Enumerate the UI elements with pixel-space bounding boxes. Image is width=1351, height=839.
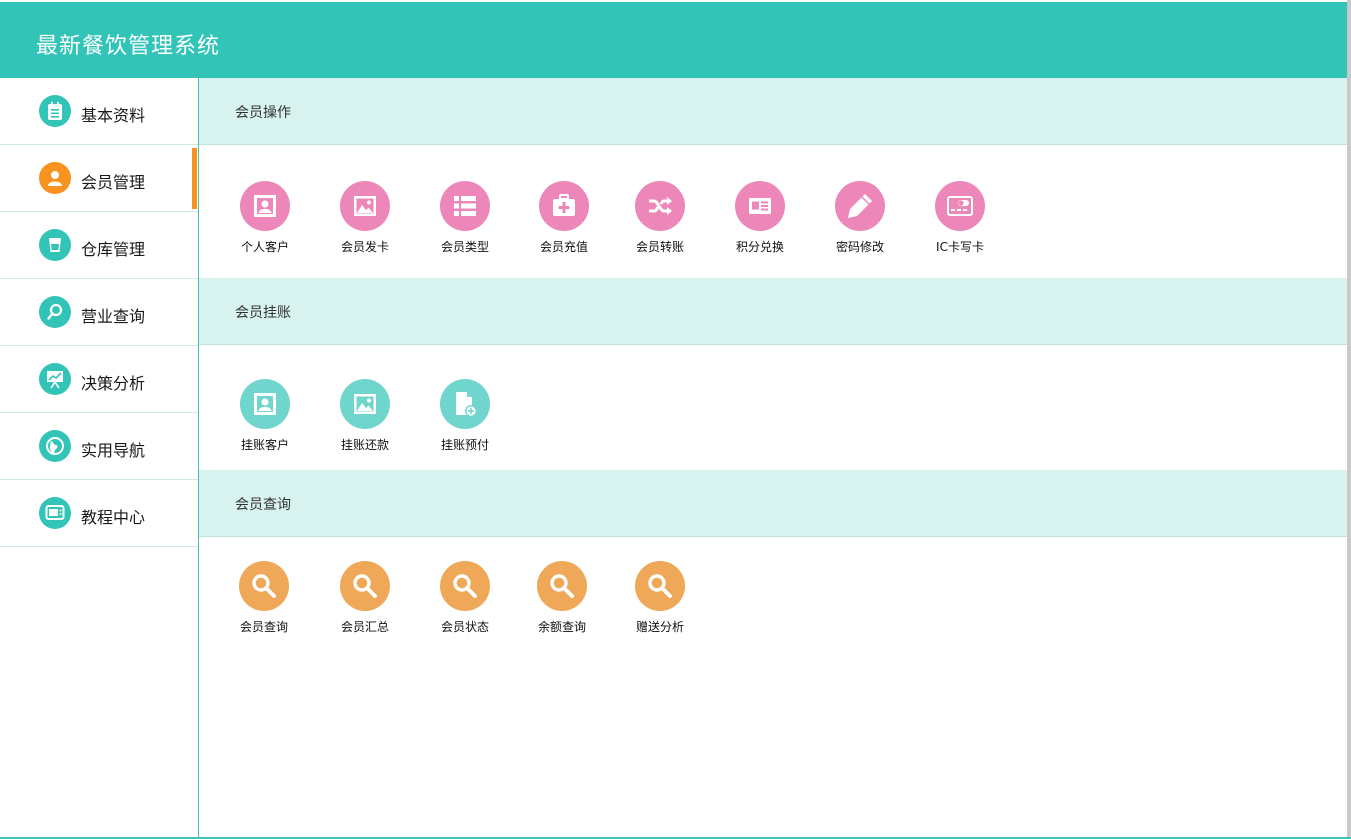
- tile-credit-customer[interactable]: 挂账客户: [230, 379, 300, 453]
- section-header: 会员查询: [199, 470, 1347, 537]
- tile-member-recharge[interactable]: 会员充值: [529, 181, 599, 255]
- image-icon: [340, 181, 390, 231]
- active-indicator: [192, 148, 197, 209]
- tile-gift-analysis[interactable]: 赠送分析: [625, 561, 695, 635]
- sidebar-item-business-query[interactable]: 营业查询: [0, 279, 198, 346]
- tile-ic-card-write[interactable]: IC卡写卡: [925, 181, 995, 255]
- sidebar-item-tutorial-center[interactable]: 教程中心: [0, 480, 198, 547]
- tile-points-exchange[interactable]: 积分兑换: [725, 181, 795, 255]
- tile-label: 会员转账: [635, 240, 684, 254]
- user-icon: [39, 162, 71, 194]
- sidebar-item-member-management[interactable]: 会员管理: [0, 145, 198, 212]
- id-card-icon: [735, 181, 785, 231]
- tile-label: 会员充值: [539, 240, 588, 254]
- tile-member-summary[interactable]: 会员汇总: [330, 561, 400, 635]
- tile-password-change[interactable]: 密码修改: [825, 181, 895, 255]
- app-title: 最新餐饮管理系统: [36, 34, 221, 59]
- tile-member-query[interactable]: 会员查询: [229, 561, 299, 635]
- tile-label: 密码修改: [835, 240, 884, 254]
- section-header: 会员操作: [199, 78, 1347, 145]
- app-header: 最新餐饮管理系统: [0, 2, 1347, 78]
- search-icon: [239, 561, 289, 611]
- tile-personal-customer[interactable]: 个人客户: [230, 181, 300, 255]
- tile-label: 挂账还款: [340, 438, 389, 452]
- tile-balance-query[interactable]: 余额查询: [527, 561, 597, 635]
- portrait-icon: [240, 379, 290, 429]
- cup-icon: [39, 229, 71, 261]
- search-icon: [440, 561, 490, 611]
- tile-label: 会员类型: [440, 240, 489, 254]
- main-content: 会员操作 个人客户 会员发卡 会员类型 会员充值 会员转账 积分兑换 密码修改 …: [199, 78, 1347, 839]
- sidebar-item-basic-info[interactable]: 基本资料: [0, 78, 198, 145]
- portrait-icon: [240, 181, 290, 231]
- add-document-icon: [440, 379, 490, 429]
- tile-label: 余额查询: [537, 620, 586, 634]
- tile-member-status[interactable]: 会员状态: [430, 561, 500, 635]
- sidebar-item-warehouse[interactable]: 仓库管理: [0, 212, 198, 279]
- tile-label: 会员查询: [239, 620, 288, 634]
- section-title: 会员操作: [235, 105, 291, 121]
- sidebar-item-label: 实用导航: [81, 441, 146, 460]
- sidebar-item-label: 营业查询: [81, 307, 146, 326]
- section-header: 会员挂账: [199, 278, 1347, 345]
- window-right-edge: [1347, 0, 1351, 839]
- search-icon: [340, 561, 390, 611]
- tv-icon: [39, 497, 71, 529]
- tile-member-transfer[interactable]: 会员转账: [625, 181, 695, 255]
- tile-label: 会员状态: [440, 620, 489, 634]
- tile-label: 会员发卡: [340, 240, 389, 254]
- tile-credit-prepay[interactable]: 挂账预付: [430, 379, 500, 453]
- tile-member-issue-card[interactable]: 会员发卡: [330, 181, 400, 255]
- sidebar-item-label: 仓库管理: [81, 240, 146, 259]
- list-icon: [440, 181, 490, 231]
- globe-icon: [39, 430, 71, 462]
- notepad-icon: [39, 95, 71, 127]
- search-icon: [635, 561, 685, 611]
- pencil-icon: [835, 181, 885, 231]
- tile-label: 个人客户: [240, 240, 289, 254]
- sidebar-item-label: 基本资料: [81, 106, 146, 125]
- tile-label: 赠送分析: [635, 620, 684, 634]
- ic-card-icon: [935, 181, 985, 231]
- section-body: 个人客户 会员发卡 会员类型 会员充值 会员转账 积分兑换 密码修改 IC卡写卡: [199, 145, 1347, 278]
- tile-credit-repayment[interactable]: 挂账还款: [330, 379, 400, 453]
- first-aid-icon: [539, 181, 589, 231]
- sidebar-item-label: 决策分析: [81, 374, 146, 393]
- section-title: 会员查询: [235, 497, 291, 513]
- tile-label: 积分兑换: [735, 240, 784, 254]
- sidebar-item-navigation[interactable]: 实用导航: [0, 413, 198, 480]
- presentation-chart-icon: [39, 363, 71, 395]
- tile-label: 挂账预付: [440, 438, 489, 452]
- sidebar: 基本资料 会员管理 仓库管理 营业查询 决策分析 实用导航 教程中心: [0, 78, 199, 839]
- section-body: 会员查询 会员汇总 会员状态 余额查询 赠送分析: [199, 537, 1347, 767]
- sidebar-item-label: 会员管理: [81, 173, 146, 192]
- section-body: 挂账客户 挂账还款 挂账预付: [199, 345, 1347, 470]
- shuffle-icon: [635, 181, 685, 231]
- tile-member-type[interactable]: 会员类型: [430, 181, 500, 255]
- image-icon: [340, 379, 390, 429]
- tile-label: IC卡写卡: [936, 240, 984, 254]
- search-icon: [537, 561, 587, 611]
- section-title: 会员挂账: [235, 305, 291, 321]
- tile-label: 会员汇总: [340, 620, 389, 634]
- sidebar-item-decision-analysis[interactable]: 决策分析: [0, 346, 198, 413]
- tile-label: 挂账客户: [240, 438, 289, 452]
- magnifier-icon: [39, 296, 71, 328]
- sidebar-item-label: 教程中心: [81, 508, 146, 527]
